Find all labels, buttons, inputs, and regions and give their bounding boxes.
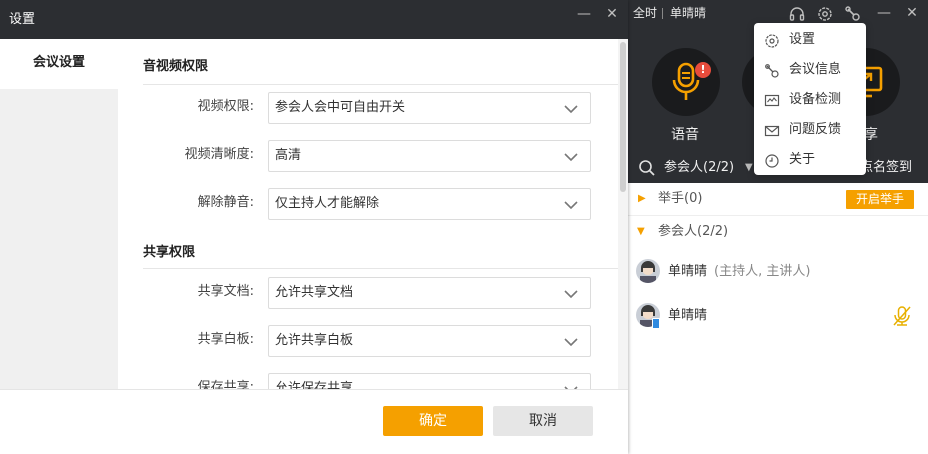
title-divider xyxy=(662,8,663,19)
share-document-select[interactable]: 允许共享文档 xyxy=(268,277,591,309)
save-share-select[interactable]: 允许保存共享 xyxy=(268,373,591,389)
caret-down-icon: ▼ xyxy=(637,226,645,237)
field-label: 保存共享: xyxy=(197,380,254,389)
gear-icon[interactable] xyxy=(816,5,834,23)
settings-dialog: 设置 — ✕ 会议设置 音视频权限 视频权限: 参会人会中可自由开关 视频清晰度… xyxy=(0,0,628,454)
scrollbar-thumb[interactable] xyxy=(620,42,626,192)
mic-muted-icon[interactable] xyxy=(890,304,914,328)
chevron-down-icon xyxy=(564,288,578,299)
search-icon[interactable] xyxy=(638,159,656,177)
menu-item-settings[interactable]: 设置 xyxy=(754,25,866,55)
dialog-title: 设置 xyxy=(9,12,36,27)
menu-item-label: 设备检测 xyxy=(789,92,842,107)
menu-item-meeting-info[interactable]: 会议信息 xyxy=(754,55,866,85)
headset-icon[interactable] xyxy=(788,5,806,23)
dialog-footer: 确定 取消 xyxy=(0,389,628,454)
participant-role: (主持人, 主讲人) xyxy=(714,264,811,279)
select-value: 允许共享白板 xyxy=(275,333,354,348)
minimize-button[interactable]: — xyxy=(574,0,594,28)
rollcall-button[interactable]: 点名签到 xyxy=(860,153,912,183)
clock-icon xyxy=(764,153,780,169)
link-icon xyxy=(764,63,780,79)
raise-hand-group[interactable]: ▶ 举手(0) 开启举手 xyxy=(628,183,928,215)
select-value: 参会人会中可自由开关 xyxy=(275,100,406,115)
field-label: 视频清晰度: xyxy=(184,147,254,162)
section-title: 音视频权限 xyxy=(143,59,209,74)
field-label: 共享白板: xyxy=(197,332,254,347)
participants-group-label: 参会人(2/2) xyxy=(658,224,729,239)
cancel-button[interactable]: 取消 xyxy=(493,406,593,436)
video-permission-select[interactable]: 参会人会中可自由开关 xyxy=(268,92,591,124)
mobile-device-icon xyxy=(652,318,660,329)
section-divider xyxy=(143,84,628,85)
participant-row[interactable]: 单晴晴 (主持人, 主讲人) xyxy=(628,250,928,294)
ok-button[interactable]: 确定 xyxy=(383,406,483,436)
chevron-down-icon xyxy=(564,103,578,114)
select-value: 允许共享文档 xyxy=(275,285,354,300)
participant-row[interactable]: 单晴晴 xyxy=(628,294,928,338)
participants-group[interactable]: ▼ 参会人(2/2) xyxy=(628,216,928,248)
dialog-titlebar: 设置 — ✕ xyxy=(0,0,628,39)
menu-item-label: 问题反馈 xyxy=(789,122,842,137)
menu-item-label: 设置 xyxy=(789,32,816,47)
field-label: 视频权限: xyxy=(197,99,254,114)
menu-item-about[interactable]: 关于 xyxy=(754,145,866,175)
share-whiteboard-select[interactable]: 允许共享白板 xyxy=(268,325,591,357)
menu-item-feedback[interactable]: 问题反馈 xyxy=(754,115,866,145)
chevron-down-icon xyxy=(564,151,578,162)
current-user-name: 单晴晴 xyxy=(670,6,707,20)
caret-right-icon: ▶ xyxy=(638,193,646,204)
select-value: 仅主持人才能解除 xyxy=(275,196,380,211)
section-divider xyxy=(143,268,628,269)
participant-name: 单晴晴 xyxy=(668,308,708,323)
select-value: 高清 xyxy=(275,148,302,163)
alert-badge-icon: ! xyxy=(695,62,711,78)
select-value: 允许保存共享 xyxy=(275,381,354,389)
chevron-down-icon xyxy=(564,336,578,347)
menu-item-label: 会议信息 xyxy=(789,62,842,77)
link-icon[interactable] xyxy=(844,5,862,23)
share-label: 享 xyxy=(864,127,878,143)
close-button[interactable]: ✕ xyxy=(602,0,622,28)
menu-item-device-check[interactable]: 设备检测 xyxy=(754,85,866,115)
enable-raise-hand-button[interactable]: 开启举手 xyxy=(846,190,914,209)
voice-button[interactable] xyxy=(652,48,720,116)
participants-count-label[interactable]: 参会人(2/2) xyxy=(664,153,734,183)
dialog-sidebar xyxy=(0,39,118,389)
menu-item-label: 关于 xyxy=(789,152,816,167)
field-label: 共享文档: xyxy=(197,284,254,299)
chevron-down-icon xyxy=(564,199,578,210)
mail-icon xyxy=(764,123,780,139)
voice-label: 语音 xyxy=(671,127,699,143)
avatar xyxy=(636,259,660,283)
brand-label: 全时 xyxy=(633,6,658,20)
settings-dropdown-menu: 设置 会议信息 设备检测 问题反馈 关于 xyxy=(754,23,866,175)
caret-down-icon[interactable]: ▼ xyxy=(745,153,753,183)
participant-name: 单晴晴 xyxy=(668,264,708,279)
close-button[interactable]: ✕ xyxy=(902,0,922,27)
section-title: 共享权限 xyxy=(143,245,196,260)
gear-icon xyxy=(764,33,780,49)
video-quality-select[interactable]: 高清 xyxy=(268,140,591,172)
monitor-icon xyxy=(764,93,780,109)
field-label: 解除静音: xyxy=(197,195,254,210)
settings-content: 音视频权限 视频权限: 参会人会中可自由开关 视频清晰度: 高清 解除静音: 仅… xyxy=(118,39,628,389)
sidebar-item-label: 会议设置 xyxy=(32,55,85,70)
sidebar-item-meeting-settings[interactable]: 会议设置 xyxy=(0,39,118,89)
unmute-permission-select[interactable]: 仅主持人才能解除 xyxy=(268,188,591,220)
raise-hand-label: 举手(0) xyxy=(658,191,703,206)
minimize-button[interactable]: — xyxy=(874,0,894,27)
